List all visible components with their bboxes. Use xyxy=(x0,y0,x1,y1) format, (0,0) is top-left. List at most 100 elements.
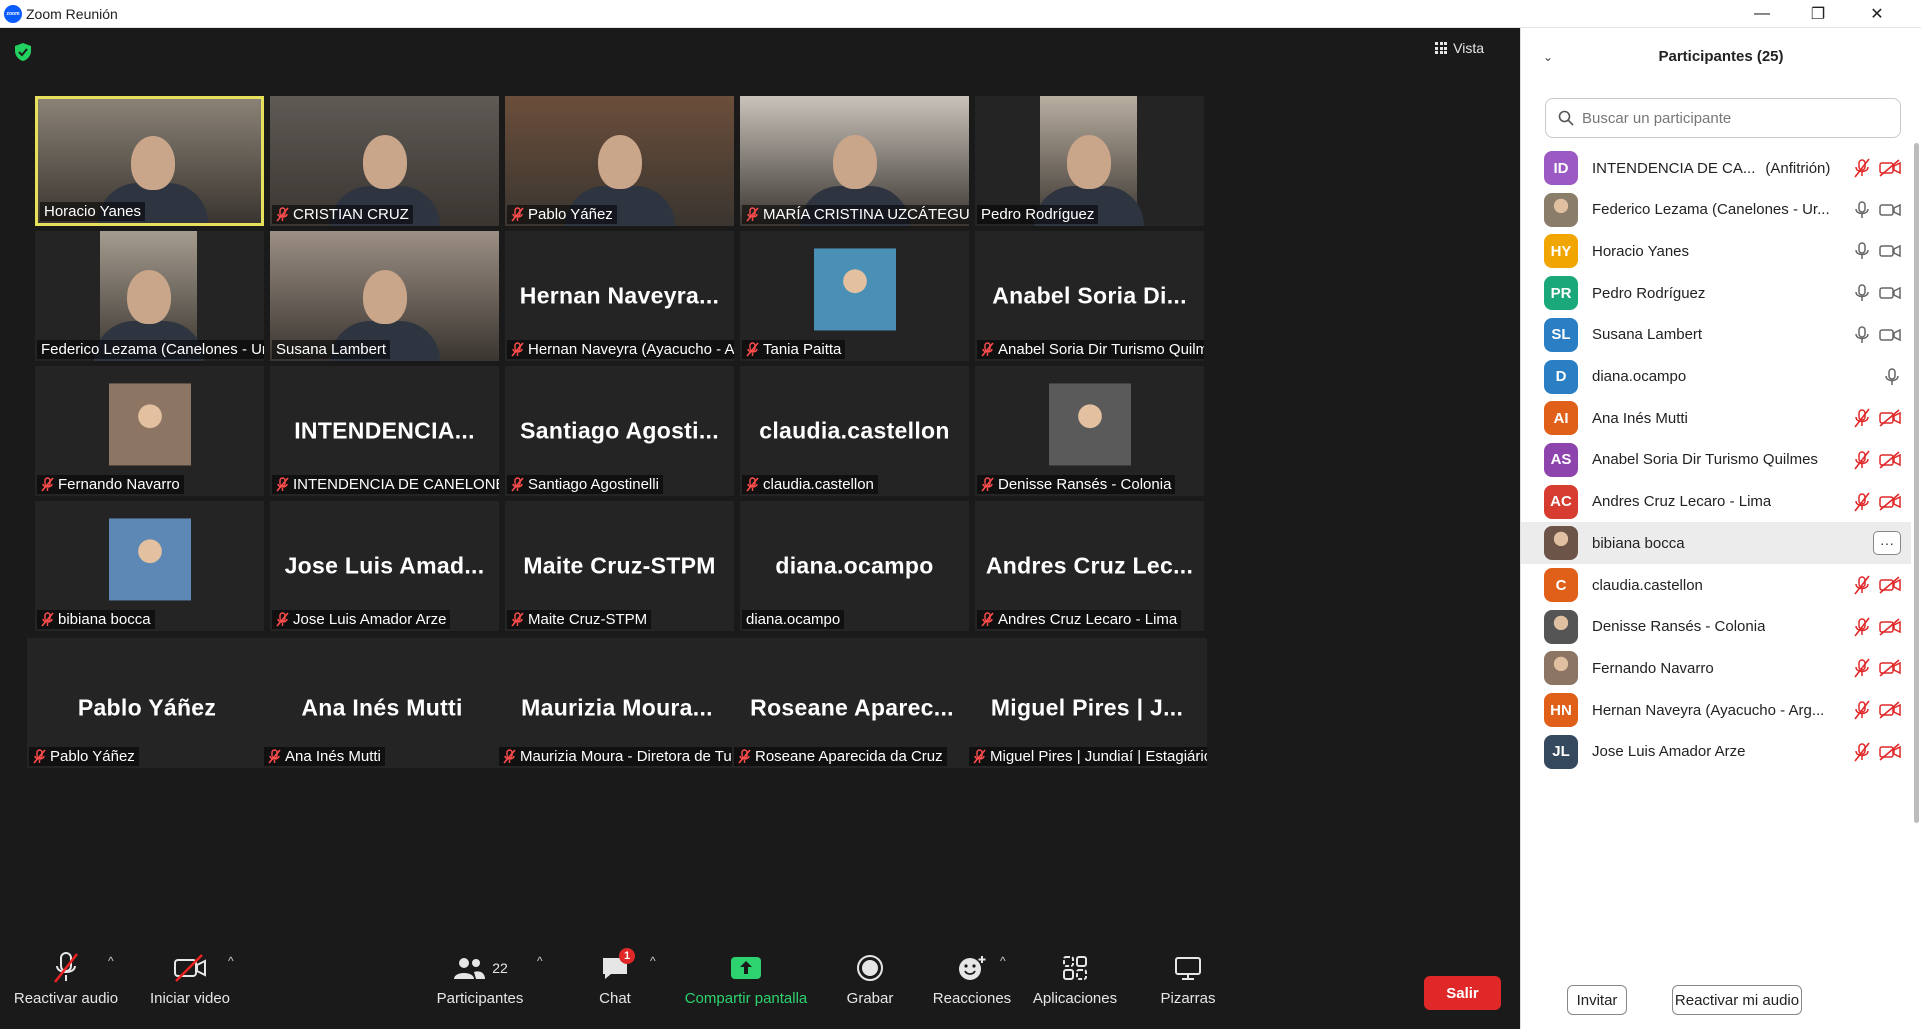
participant-row[interactable]: Cclaudia.castellon xyxy=(1521,564,1911,606)
whiteboard-icon xyxy=(1175,957,1201,980)
video-tile[interactable]: diana.ocampo diana.ocampo xyxy=(740,501,969,631)
leave-meeting-button[interactable]: Salir xyxy=(1424,976,1501,1010)
participant-row[interactable]: Fernando Navarro xyxy=(1521,647,1911,689)
video-tile[interactable]: Pedro Rodríguez xyxy=(975,96,1204,226)
video-off-icon[interactable] xyxy=(1879,159,1901,177)
participant-row[interactable]: Federico Lezama (Canelones - Ur... xyxy=(1521,189,1911,231)
tile-name-label: MARÍA CRISTINA UZCÁTEGUI (Rio... xyxy=(742,205,969,224)
video-tile[interactable]: Fernando Navarro xyxy=(35,366,264,496)
participant-search-box[interactable] xyxy=(1545,98,1901,138)
video-camera-icon[interactable] xyxy=(1879,201,1901,219)
video-camera-icon[interactable] xyxy=(1879,242,1901,260)
unmute-me-button[interactable]: Reactivar mi audio xyxy=(1672,985,1802,1015)
muted-mic-icon[interactable] xyxy=(1853,158,1871,178)
tile-display-name: Roseane Aparec... xyxy=(750,694,954,721)
muted-mic-icon[interactable] xyxy=(1853,658,1871,678)
video-tile[interactable]: Santiago Agosti... Santiago Agostinelli xyxy=(505,366,734,496)
video-off-icon[interactable] xyxy=(1879,409,1901,427)
video-tile[interactable]: claudia.castellon claudia.castellon xyxy=(740,366,969,496)
chat-button[interactable]: 1 Chat xyxy=(580,940,650,1029)
start-video-button[interactable]: Iniciar video xyxy=(140,940,240,1029)
video-tile[interactable]: Andres Cruz Lec... Andres Cruz Lecaro - L… xyxy=(975,501,1204,631)
muted-mic-icon[interactable] xyxy=(1853,700,1871,720)
tile-name-text: Hernan Naveyra (Ayacucho - Arge... xyxy=(528,341,734,358)
muted-mic-icon[interactable] xyxy=(1853,450,1871,470)
video-options-chevron-icon[interactable]: ^ xyxy=(228,954,234,968)
muted-mic-icon[interactable] xyxy=(1853,617,1871,637)
video-tile[interactable]: Pablo Yáñez Pablo Yáñez xyxy=(27,638,267,768)
video-tile[interactable]: bibiana bocca xyxy=(35,501,264,631)
unmute-audio-button[interactable]: Reactivar audio xyxy=(8,940,124,1029)
microphone-icon[interactable] xyxy=(1883,367,1901,387)
participant-row[interactable]: Denisse Ransés - Colonia xyxy=(1521,606,1911,648)
microphone-icon[interactable] xyxy=(1853,200,1871,220)
video-tile[interactable]: Maurizia Moura... Maurizia Moura - Direto… xyxy=(497,638,737,768)
participant-row[interactable]: bibiana bocca ··· xyxy=(1521,522,1911,565)
microphone-icon[interactable] xyxy=(1853,325,1871,345)
participant-row[interactable]: Ddiana.ocampo xyxy=(1521,356,1911,398)
muted-mic-icon[interactable] xyxy=(1853,408,1871,428)
participant-row[interactable]: SL Susana Lambert xyxy=(1521,314,1911,356)
encryption-shield-icon[interactable] xyxy=(13,42,33,62)
avatar: JL xyxy=(1544,734,1578,769)
video-tile[interactable]: Tania Paitta xyxy=(740,231,969,361)
participants-options-chevron-icon[interactable]: ^ xyxy=(537,954,543,968)
participant-row[interactable]: HY Horacio Yanes xyxy=(1521,230,1911,272)
audio-options-chevron-icon[interactable]: ^ xyxy=(108,954,114,968)
video-tile[interactable]: Susana Lambert xyxy=(270,231,499,361)
invite-button[interactable]: Invitar xyxy=(1567,985,1627,1015)
video-tile[interactable]: Jose Luis Amad... Jose Luis Amador Arze xyxy=(270,501,499,631)
participants-button[interactable]: 22 Participantes xyxy=(425,940,535,1029)
participant-row[interactable]: JL Jose Luis Amador Arze xyxy=(1521,731,1911,773)
minimize-button[interactable]: — xyxy=(1740,0,1784,28)
microphone-icon[interactable] xyxy=(1853,283,1871,303)
tile-name-text: claudia.castellon xyxy=(763,476,874,493)
reactions-options-chevron-icon[interactable]: ^ xyxy=(1000,954,1006,968)
video-off-icon[interactable] xyxy=(1879,618,1901,636)
participant-row[interactable]: AI Ana Inés Mutti xyxy=(1521,397,1911,439)
muted-mic-icon[interactable] xyxy=(1853,492,1871,512)
microphone-icon[interactable] xyxy=(1853,241,1871,261)
video-off-icon[interactable] xyxy=(1879,701,1901,719)
view-button[interactable]: Vista xyxy=(1435,40,1484,56)
video-off-icon[interactable] xyxy=(1879,451,1901,469)
video-tile[interactable]: MARÍA CRISTINA UZCÁTEGUI (Rio... xyxy=(740,96,969,226)
video-off-icon[interactable] xyxy=(1879,659,1901,678)
restore-button[interactable]: ❐ xyxy=(1796,0,1840,28)
video-tile[interactable]: Pablo Yáñez xyxy=(505,96,734,226)
participant-row[interactable]: HN Hernan Naveyra (Ayacucho - Arg... xyxy=(1521,689,1911,731)
muted-mic-icon[interactable] xyxy=(1853,575,1871,595)
participant-row[interactable]: AC Andres Cruz Lecaro - Lima xyxy=(1521,481,1911,523)
more-options-button[interactable]: ··· xyxy=(1873,531,1901,556)
participant-row[interactable]: PR Pedro Rodríguez xyxy=(1521,272,1911,314)
video-tile[interactable]: Horacio Yanes xyxy=(35,96,264,226)
tile-name-label: Roseane Aparecida da Cruz xyxy=(734,747,947,766)
share-screen-button[interactable]: Compartir pantalla xyxy=(676,940,816,1029)
video-tile[interactable]: CRISTIAN CRUZ xyxy=(270,96,499,226)
participant-row[interactable]: ID INTENDENCIA DE CA... (Anfitrión) xyxy=(1521,147,1911,189)
video-off-icon[interactable] xyxy=(1879,492,1901,511)
video-tile[interactable]: INTENDENCIA... INTENDENCIA DE CANELONES xyxy=(270,366,499,496)
close-button[interactable]: ✕ xyxy=(1855,0,1899,28)
chat-options-chevron-icon[interactable]: ^ xyxy=(650,954,656,968)
video-tile[interactable]: Anabel Soria Di... Anabel Soria Dir Turis… xyxy=(975,231,1204,361)
apps-button[interactable]: Aplicaciones xyxy=(1025,940,1125,1029)
video-tile[interactable]: Hernan Naveyra... Hernan Naveyra (Ayacuch… xyxy=(505,231,734,361)
record-button[interactable]: Grabar xyxy=(835,940,905,1029)
video-off-icon[interactable] xyxy=(1879,576,1901,594)
participant-row[interactable]: AS Anabel Soria Dir Turismo Quilmes xyxy=(1521,439,1911,481)
video-camera-icon[interactable] xyxy=(1879,284,1901,302)
video-tile[interactable]: Roseane Aparec... Roseane Aparecida da Cr… xyxy=(732,638,972,768)
video-tile[interactable]: Maite Cruz-STPM Maite Cruz-STPM xyxy=(505,501,734,631)
muted-mic-icon[interactable] xyxy=(1853,742,1871,762)
video-off-icon[interactable] xyxy=(1879,743,1901,761)
video-tile[interactable]: Federico Lezama (Canelones - Urugu... xyxy=(35,231,264,361)
video-tile[interactable]: Miguel Pires | J... Miguel Pires | Jundia… xyxy=(967,638,1207,768)
participants-scrollbar[interactable] xyxy=(1914,143,1919,823)
participant-status-icons xyxy=(1853,450,1901,470)
whiteboards-button[interactable]: Pizarras xyxy=(1148,940,1228,1029)
video-camera-icon[interactable] xyxy=(1879,326,1901,344)
video-tile[interactable]: Denisse Ransés - Colonia xyxy=(975,366,1204,496)
video-tile[interactable]: Ana Inés Mutti Ana Inés Mutti xyxy=(262,638,502,768)
participant-search-input[interactable] xyxy=(1582,109,1882,127)
